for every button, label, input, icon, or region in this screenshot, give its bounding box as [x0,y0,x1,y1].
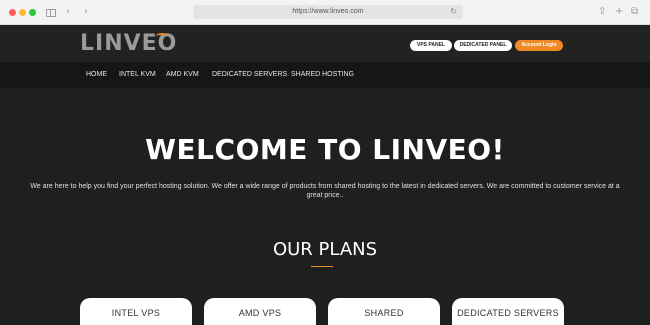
dedicated-panel-button[interactable]: DEDICATED PANEL [454,40,512,51]
nav-item-amd-kvm[interactable]: AMD KVM [166,62,199,88]
plan-card-label: SHARED [364,308,404,318]
plan-card-label: INTEL VPS [111,308,161,318]
nav-item-home[interactable]: HOME [86,62,107,88]
new-tab-icon[interactable]: + [615,6,623,18]
close-window-button[interactable] [9,9,16,16]
share-icon[interactable]: ⇪ [598,6,606,18]
nav-item-intel-kvm[interactable]: INTEL KVM [119,62,156,88]
minimize-window-button[interactable] [19,9,26,16]
hero-subtitle-continued: great price.. [306,192,344,199]
reload-icon[interactable]: ↻ [450,5,457,19]
sidebar-toggle-icon[interactable] [46,9,56,17]
maximize-window-button[interactable] [29,9,36,16]
account-login-label: Account Login [521,42,557,48]
main-nav: HOME INTEL KVM AMD KVM DEDICATED SERVERS… [0,62,650,88]
browser-toolbar: ‹ › https://www.linveo.com ↻ ⇪ + ⧉ [0,0,650,25]
vps-panel-button[interactable]: VPS PANEL [410,40,452,51]
site-header: LINVEO VPS PANEL DEDICATED PANEL Account… [0,25,650,62]
forward-arrow-icon[interactable]: › [84,6,88,18]
url-text: https://www.linveo.com [292,8,364,15]
plans-divider [311,266,333,267]
plan-card-label: AMD VPS [238,308,282,318]
plan-card-label: DEDICATED SERVERS [457,308,559,318]
plan-card-shared[interactable]: SHARED [328,298,440,325]
dedicated-panel-label: DEDICATED PANEL [459,42,507,48]
account-login-button[interactable]: Account Login [515,40,563,51]
logo-swoosh [156,33,168,39]
plan-card-dedicated-servers[interactable]: DEDICATED SERVERS [452,298,564,325]
address-bar[interactable]: https://www.linveo.com ↻ [193,5,463,19]
vps-panel-label: VPS PANEL [417,42,445,48]
back-arrow-icon[interactable]: ‹ [66,6,70,18]
plans-title: OUR PLANS [272,239,378,260]
plan-card-amd-vps[interactable]: AMD VPS [204,298,316,325]
plan-card-intel-vps[interactable]: INTEL VPS [80,298,192,325]
hero-title: WELCOME TO LINVEO! [145,133,505,166]
nav-item-dedicated-servers[interactable]: DEDICATED SERVERS [212,62,287,88]
tab-overview-icon[interactable]: ⧉ [631,6,638,18]
nav-item-shared-hosting[interactable]: SHARED HOSTING [291,62,354,88]
